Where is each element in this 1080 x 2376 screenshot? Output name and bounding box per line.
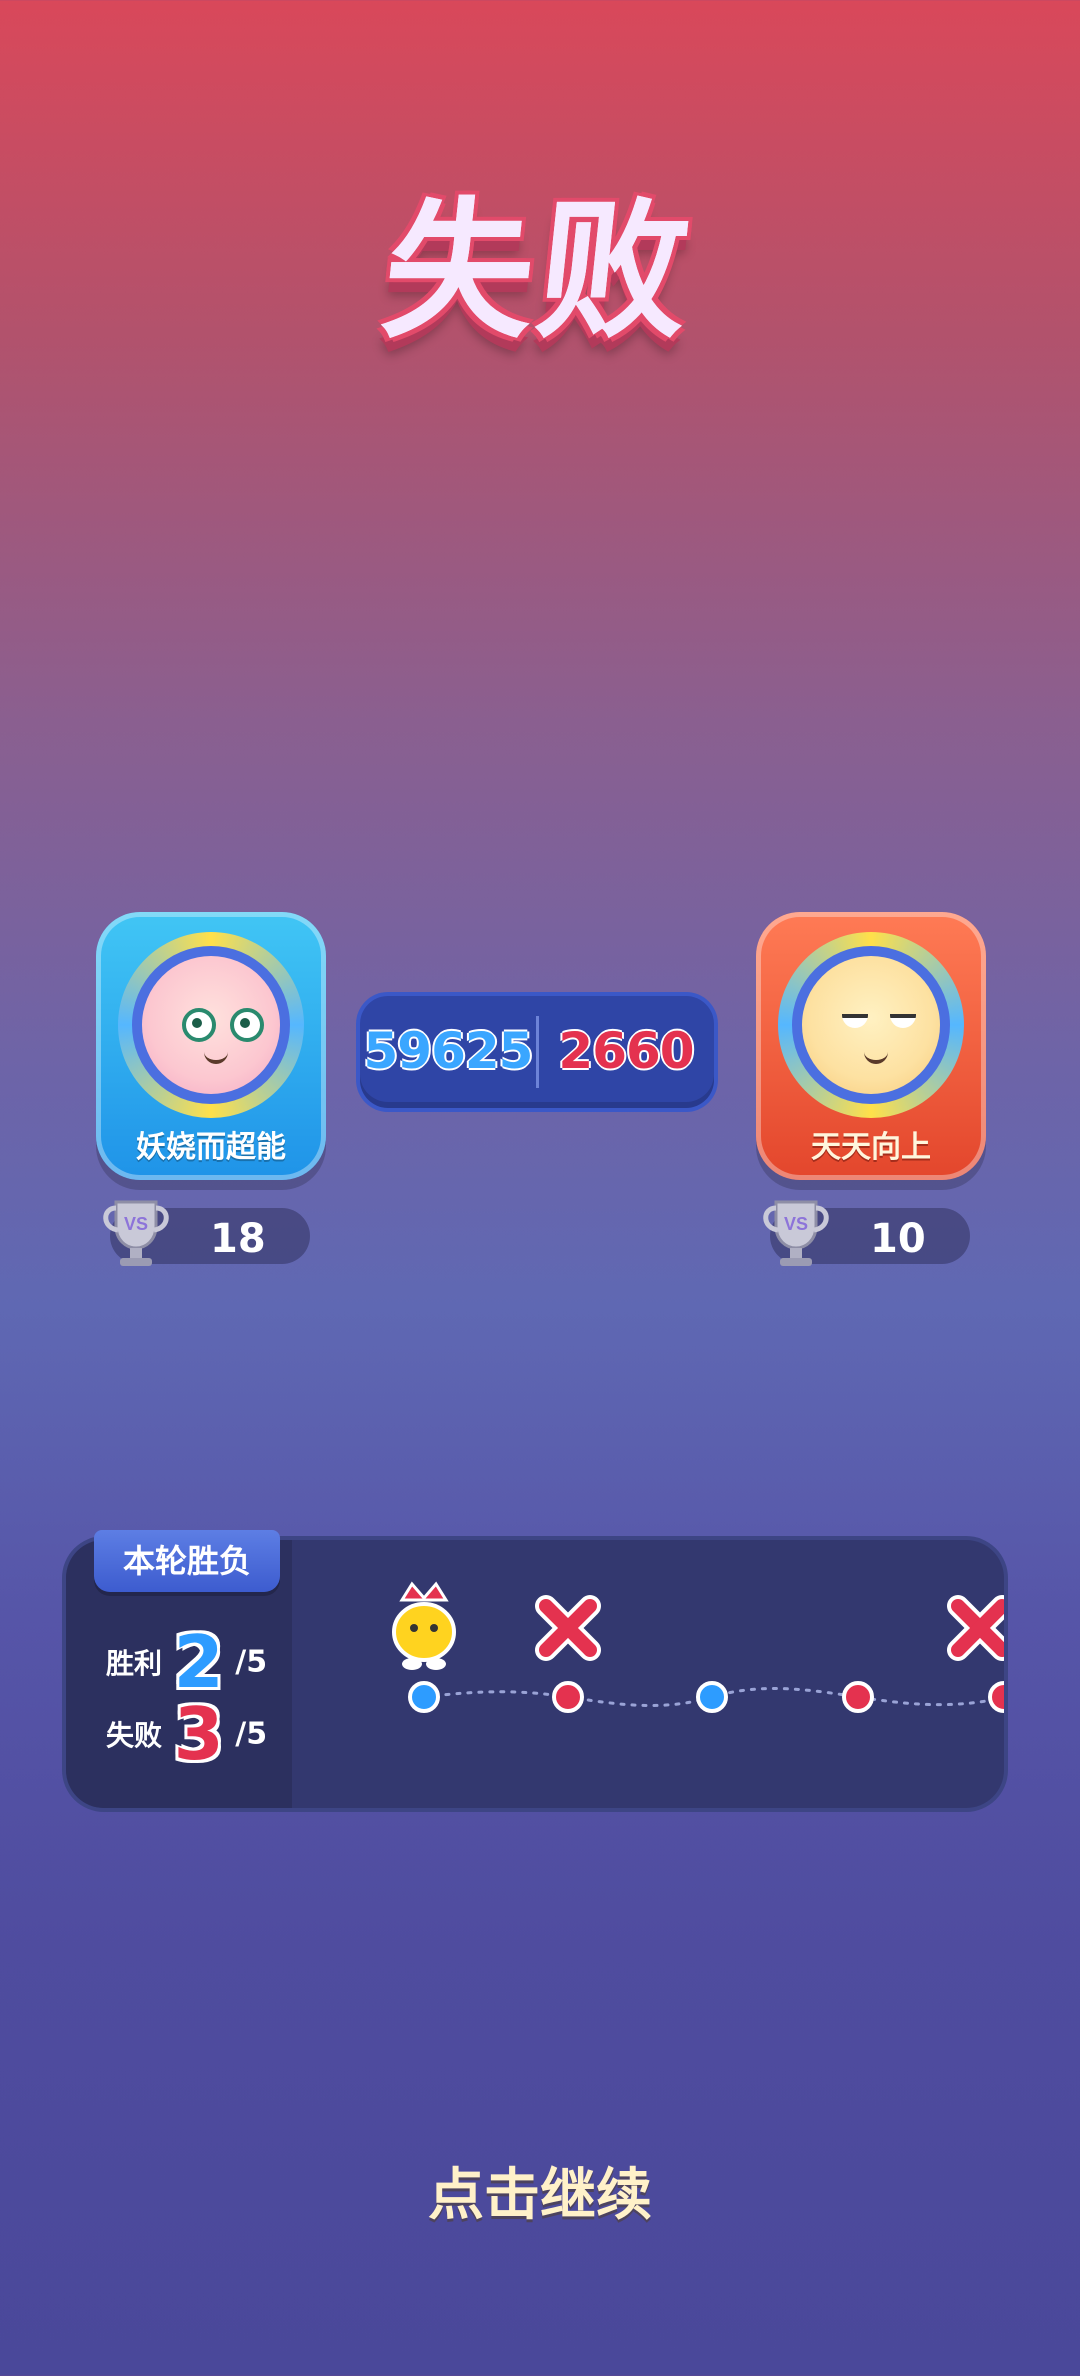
player2-avatar-card[interactable]: 天天向上 [756,912,986,1180]
losses-label: 失败 [106,1719,163,1752]
losses-total: /5 [235,1716,268,1752]
player2-trophy-count: 10 [870,1216,926,1262]
svg-text:VS: VS [124,1214,148,1234]
player1-score: 59625 [363,1022,534,1080]
player2-name: 天天向上 [811,1130,931,1165]
round-1-dot [408,1681,440,1713]
round-2-dot [552,1681,584,1713]
player2-trophy-pill: VS 10 [763,1200,970,1266]
round-3-dot [696,1681,728,1713]
eye-icon [230,1008,264,1042]
player1-name: 妖娆而超能 [136,1130,286,1165]
mouth-icon [204,1050,228,1064]
round-tab-label: 本轮胜负 [94,1530,280,1592]
player1-trophy-count: 18 [210,1216,266,1262]
player1-avatar-card[interactable]: 妖娆而超能 [96,912,326,1180]
round-5-loss-x-icon [947,1595,1004,1661]
round-results-panel: 本轮胜负 胜利 2 /5 失败 3 /5 [66,1530,1004,1808]
vs-trophy-icon: VS [103,1200,169,1266]
wins-label: 胜利 [106,1647,163,1680]
round-summary: 本轮胜负 胜利 2 /5 失败 3 /5 [66,1530,292,1808]
eye-icon [182,1008,216,1042]
wins-stat: 胜利 2 /5 [106,1620,268,1704]
losses-stat: 失败 3 /5 [106,1692,268,1776]
round-4-dot [842,1681,874,1713]
vs-trophy-icon: VS [763,1200,829,1266]
player2-score: 2660 [558,1022,694,1080]
round-track [392,1581,1004,1713]
eye-icon [890,1014,916,1028]
player1-trophy-pill: VS 18 [103,1200,310,1266]
continue-button[interactable]: 点击继续 [0,2150,1080,2231]
player2-face-icon [802,956,940,1094]
wins-total: /5 [235,1644,268,1680]
avatar-ring [778,932,964,1118]
avatar-ring [118,932,304,1118]
mouth-icon [864,1050,888,1064]
result-title: 失败 [375,185,702,359]
eye-icon [842,1014,868,1028]
round-5-dot [988,1681,1004,1713]
svg-text:VS: VS [784,1214,808,1234]
round-1-mascot-icon [392,1581,456,1670]
score-box: 59625 2660 [360,996,714,1108]
losses-count: 3 [173,1692,224,1776]
player1-face-icon [142,956,280,1094]
round-2-loss-x-icon [535,1595,601,1661]
